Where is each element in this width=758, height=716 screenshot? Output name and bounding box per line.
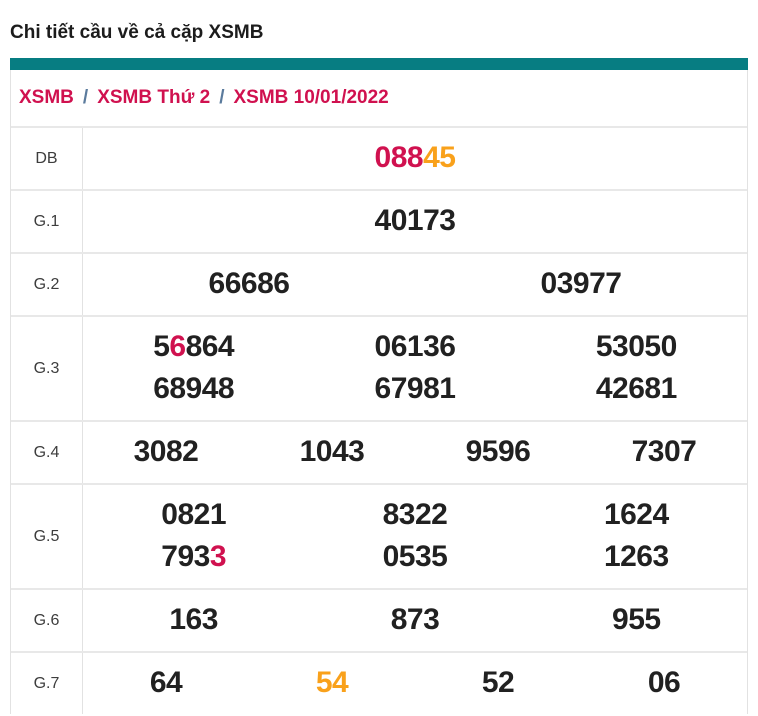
prize-number: 06136 (374, 330, 456, 363)
prize-number: 1043 (299, 435, 365, 468)
prize-row-g1: G.1 40173 (11, 189, 747, 252)
prize-values: 08845 (83, 128, 747, 189)
prize-number: 54 (315, 666, 349, 699)
prize-values: 66686 03977 (83, 254, 747, 315)
prize-number: 06 (647, 666, 681, 699)
prize-line: 163 873 955 (83, 599, 747, 641)
prize-number: 67981 (374, 372, 456, 405)
prize-number: 03977 (540, 267, 622, 300)
prize-number: 40173 (374, 204, 456, 237)
prize-row-g6: G.6 163 873 955 (11, 588, 747, 651)
prize-line: 68948 67981 42681 (83, 368, 747, 410)
breadcrumb: XSMB / XSMB Thứ 2 / XSMB 10/01/2022 (11, 70, 747, 128)
prize-line: 3082 1043 9596 7307 (83, 431, 747, 473)
prize-number: 42681 (595, 372, 677, 405)
accent-bar (10, 58, 748, 70)
page-title: Chi tiết cầu về cả cặp XSMB (10, 22, 264, 43)
prize-line: 56864 06136 53050 (83, 326, 747, 368)
prize-values: 40173 (83, 191, 747, 252)
prize-line: 7933 0535 1263 (83, 536, 747, 578)
prize-number: 66686 (208, 267, 290, 300)
prize-number: 163 (169, 603, 218, 636)
prize-number: 873 (390, 603, 440, 636)
results-table: DB 08845 G.1 40173 G.2 66686 03977 G.3 56864 0613… (11, 128, 747, 714)
prize-number: 8322 (382, 498, 448, 531)
prize-number: 1263 (603, 540, 669, 573)
prize-values: 64 54 52 06 (83, 653, 747, 714)
prize-number: 08845 (374, 141, 456, 174)
prize-row-g2: G.2 66686 03977 (11, 252, 747, 315)
prize-label: G.1 (11, 191, 83, 252)
prize-label: G.5 (11, 485, 83, 588)
prize-row-g7: G.7 64 54 52 06 (11, 651, 747, 714)
prize-row-g3: G.3 56864 06136 53050 68948 67981 42681 (11, 315, 747, 420)
breadcrumb-separator: / (219, 87, 225, 108)
prize-row-db: DB 08845 (11, 128, 747, 189)
prize-line: 0821 8322 1624 (83, 494, 747, 536)
prize-line: 40173 (83, 200, 747, 242)
prize-number: 52 (481, 666, 515, 699)
breadcrumb-link-xsmb[interactable]: XSMB (19, 87, 74, 109)
prize-values: 0821 8322 1624 7933 0535 1263 (83, 485, 747, 588)
prize-values: 163 873 955 (83, 590, 747, 651)
prize-row-g4: G.4 3082 1043 9596 7307 (11, 420, 747, 483)
prize-line: 66686 03977 (83, 263, 747, 305)
prize-label: G.2 (11, 254, 83, 315)
breadcrumb-link-xsmb-thu-2[interactable]: XSMB Thứ 2 (97, 87, 210, 109)
breadcrumb-separator: / (82, 87, 89, 108)
prize-number: 7307 (631, 435, 697, 468)
prize-label: G.3 (11, 317, 83, 420)
prize-label: DB (11, 128, 83, 189)
prize-number: 56864 (153, 330, 235, 363)
prize-line: 64 54 52 06 (83, 662, 747, 704)
results-panel: XSMB / XSMB Thứ 2 / XSMB 10/01/2022 DB 08… (10, 58, 748, 714)
breadcrumb-link-xsmb-date[interactable]: XSMB 10/01/2022 (233, 87, 388, 109)
prize-number: 68948 (153, 372, 235, 405)
prize-values: 56864 06136 53050 68948 67981 42681 (83, 317, 747, 420)
prize-number: 0821 (161, 498, 227, 531)
prize-label: G.4 (11, 422, 83, 483)
prize-number: 53050 (595, 330, 677, 363)
prize-number: 7933 (161, 540, 227, 573)
prize-number: 1624 (603, 498, 669, 531)
prize-number: 64 (149, 666, 183, 699)
prize-row-g5: G.5 0821 8322 1624 7933 0535 1263 (11, 483, 747, 588)
prize-number: 9596 (465, 435, 531, 468)
prize-values: 3082 1043 9596 7307 (83, 422, 747, 483)
prize-label: G.7 (11, 653, 83, 714)
prize-label: G.6 (11, 590, 83, 651)
prize-number: 955 (612, 603, 661, 636)
prize-line: 08845 (83, 137, 747, 179)
prize-number: 0535 (382, 540, 448, 573)
prize-number: 3082 (133, 435, 199, 468)
